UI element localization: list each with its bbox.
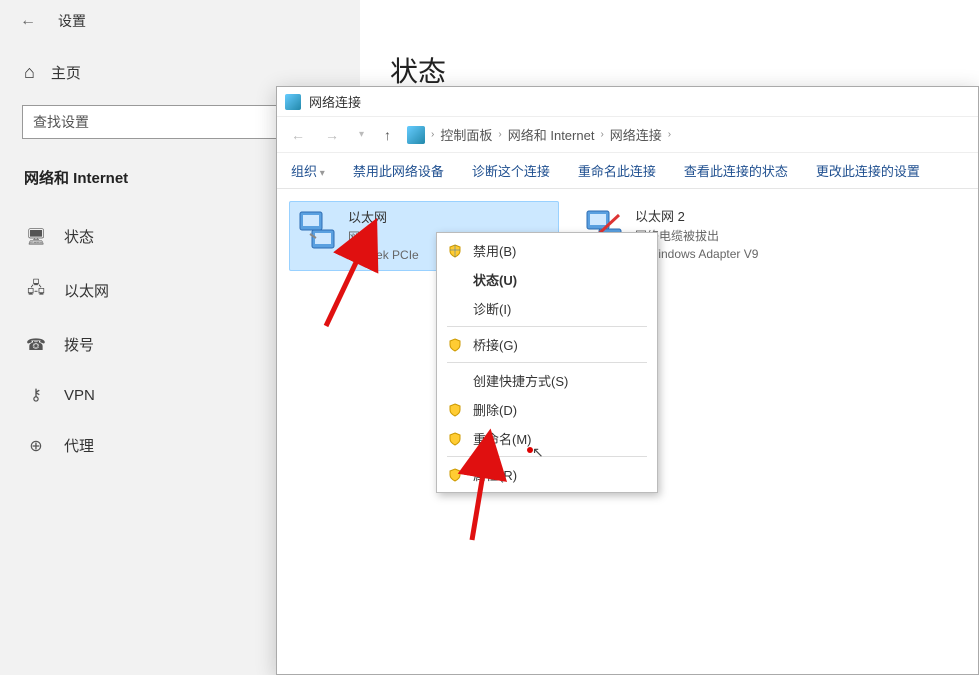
nav-label: 状态 [64,226,94,247]
window-title: 网络连接 [309,92,361,111]
menu-label: 删除(D) [473,400,517,419]
shield-icon [447,337,463,353]
menu-separator [447,362,647,363]
menu-label: 创建快捷方式(S) [473,371,568,390]
status-icon: 🖥 [26,227,46,247]
menu-label: 状态(U) [473,270,517,289]
home-link[interactable]: ⌂ 主页 [22,62,350,83]
toolbar-change[interactable]: 更改此连接的设置 [816,161,920,180]
menu-delete[interactable]: 删除(D) [439,395,655,424]
breadcrumb[interactable]: › 控制面板 › 网络和 Internet › 网络连接 › [407,125,671,144]
chevron-right-icon: › [498,129,501,140]
menu-shortcut[interactable]: 创建快捷方式(S) [439,366,655,395]
back-arrow-icon[interactable]: ← [20,12,36,30]
toolbar-organize[interactable]: 组织 [291,161,325,180]
chevron-right-icon: › [600,129,603,140]
menu-separator [447,456,647,457]
dialup-icon: ☎ [26,335,46,355]
address-bar: ← → ▾ ↑ › 控制面板 › 网络和 Internet › 网络连接 › [277,117,978,153]
nav-label: 代理 [64,435,94,456]
menu-separator [447,326,647,327]
nav-label: 以太网 [64,280,109,301]
menu-label: 禁用(B) [473,241,516,260]
proxy-icon: ⊕ [26,436,46,456]
page-title: 状态 [390,50,949,90]
context-menu: 禁用(B) 状态(U) 诊断(I) 桥接(G) 创建快捷方式(S) 删除(D) … [436,232,658,493]
menu-bridge[interactable]: 桥接(G) [439,330,655,359]
menu-label: 重命名(M) [473,429,532,448]
chevron-down-icon[interactable]: ▾ [355,129,368,140]
menu-label: 属性(R) [473,465,517,484]
shield-icon [447,402,463,418]
shield-icon [447,243,463,259]
menu-properties[interactable]: 属性(R) [439,460,655,489]
chevron-right-icon: › [668,129,671,140]
toolbar-diagnose[interactable]: 诊断这个连接 [472,161,550,180]
nav-label: 拨号 [64,334,94,355]
explorer-toolbar: 组织 禁用此网络设备 诊断这个连接 重命名此连接 查看此连接的状态 更改此连接的… [277,153,978,189]
breadcrumb-icon [407,126,425,144]
home-icon: ⌂ [24,62,35,83]
settings-title: 设置 [58,11,86,31]
search-placeholder: 查找设置 [33,112,89,132]
menu-status[interactable]: 状态(U) [439,265,655,294]
menu-rename[interactable]: 重命名(M) [439,424,655,453]
adapter-line2: 网络 [348,228,419,246]
nav-up-icon[interactable]: ↑ [380,127,395,143]
explorer-titlebar[interactable]: 网络连接 [277,87,978,117]
menu-disable[interactable]: 禁用(B) [439,236,655,265]
toolbar-status[interactable]: 查看此连接的状态 [684,161,788,180]
home-label: 主页 [51,62,81,83]
shield-icon [447,467,463,483]
adapter-icon [296,208,338,250]
ethernet-icon: 🖧 [26,277,46,304]
toolbar-rename[interactable]: 重命名此连接 [578,161,656,180]
cursor-icon: ↖ [532,444,544,461]
nav-label: VPN [64,387,95,404]
settings-titlebar: ← 设置 [0,0,360,42]
nav-back-icon[interactable]: ← [287,127,309,143]
shield-icon [447,431,463,447]
toolbar-disable[interactable]: 禁用此网络设备 [353,161,444,180]
chevron-right-icon: › [431,129,434,140]
vpn-icon: ⚷ [26,385,46,405]
breadcrumb-part[interactable]: 控制面板 [440,125,492,144]
adapter-text: 以太网 网络 Realtek PCIe [348,208,419,264]
adapter-name: 以太网 [348,208,419,228]
adapter-name: 以太网 2 [635,207,758,227]
nav-forward-icon[interactable]: → [321,127,343,143]
breadcrumb-part[interactable]: 网络和 Internet [508,125,595,144]
breadcrumb-part[interactable]: 网络连接 [610,125,662,144]
menu-diagnose[interactable]: 诊断(I) [439,294,655,323]
window-icon [285,94,301,110]
menu-label: 诊断(I) [473,299,511,318]
adapter-line3: Realtek PCIe [348,246,419,264]
menu-label: 桥接(G) [473,335,518,354]
